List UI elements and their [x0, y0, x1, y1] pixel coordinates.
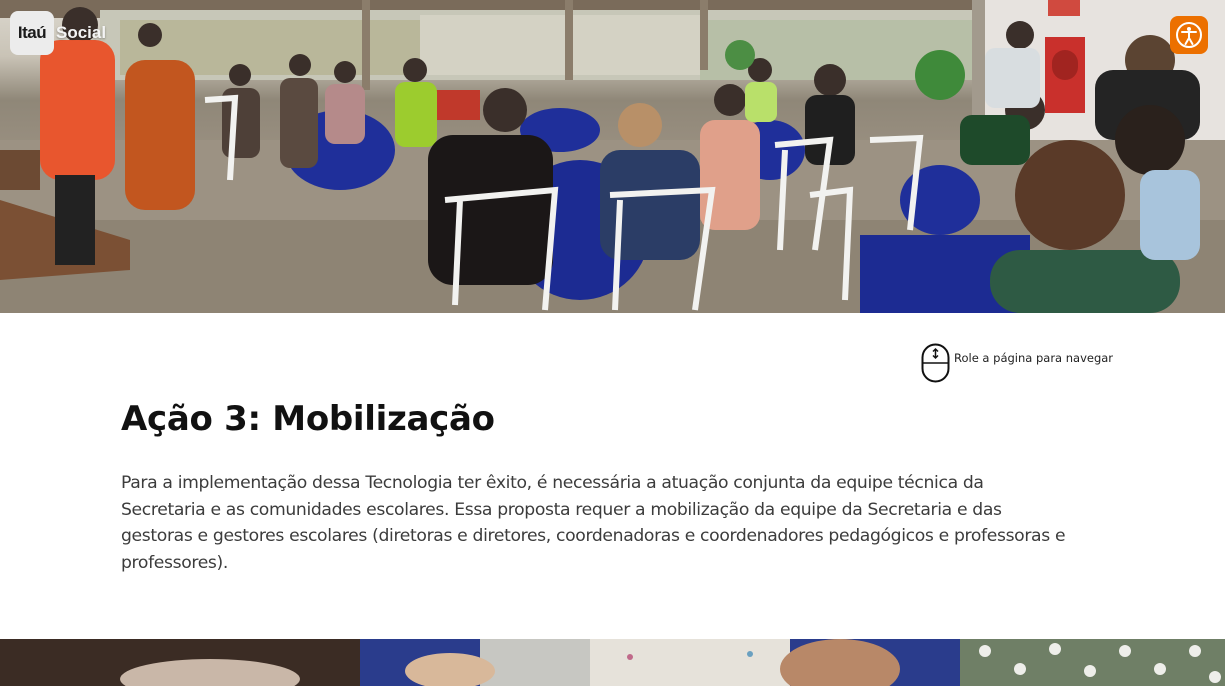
scroll-hint: Role a página para navegar: [921, 343, 1113, 383]
section-title: Ação 3: Mobilização: [121, 399, 495, 439]
itau-logo-mark: Itaú: [10, 11, 54, 55]
hero-photo: [0, 0, 1225, 313]
itau-social-logo[interactable]: Itaú Social: [10, 11, 106, 55]
bottom-photo-illustration: [0, 639, 1225, 686]
section-body: Para a implementação dessa Tecnologia te…: [121, 473, 1066, 573]
logo-wordmark: Social: [56, 23, 107, 42]
mouse-scroll-icon: [921, 343, 950, 383]
scroll-hint-label: Role a página para navegar: [954, 351, 1114, 365]
accessibility-icon: [1176, 22, 1202, 48]
bottom-photo: [0, 639, 1225, 686]
accessibility-button[interactable]: [1170, 16, 1208, 54]
hero-photo-illustration: [0, 0, 1225, 313]
